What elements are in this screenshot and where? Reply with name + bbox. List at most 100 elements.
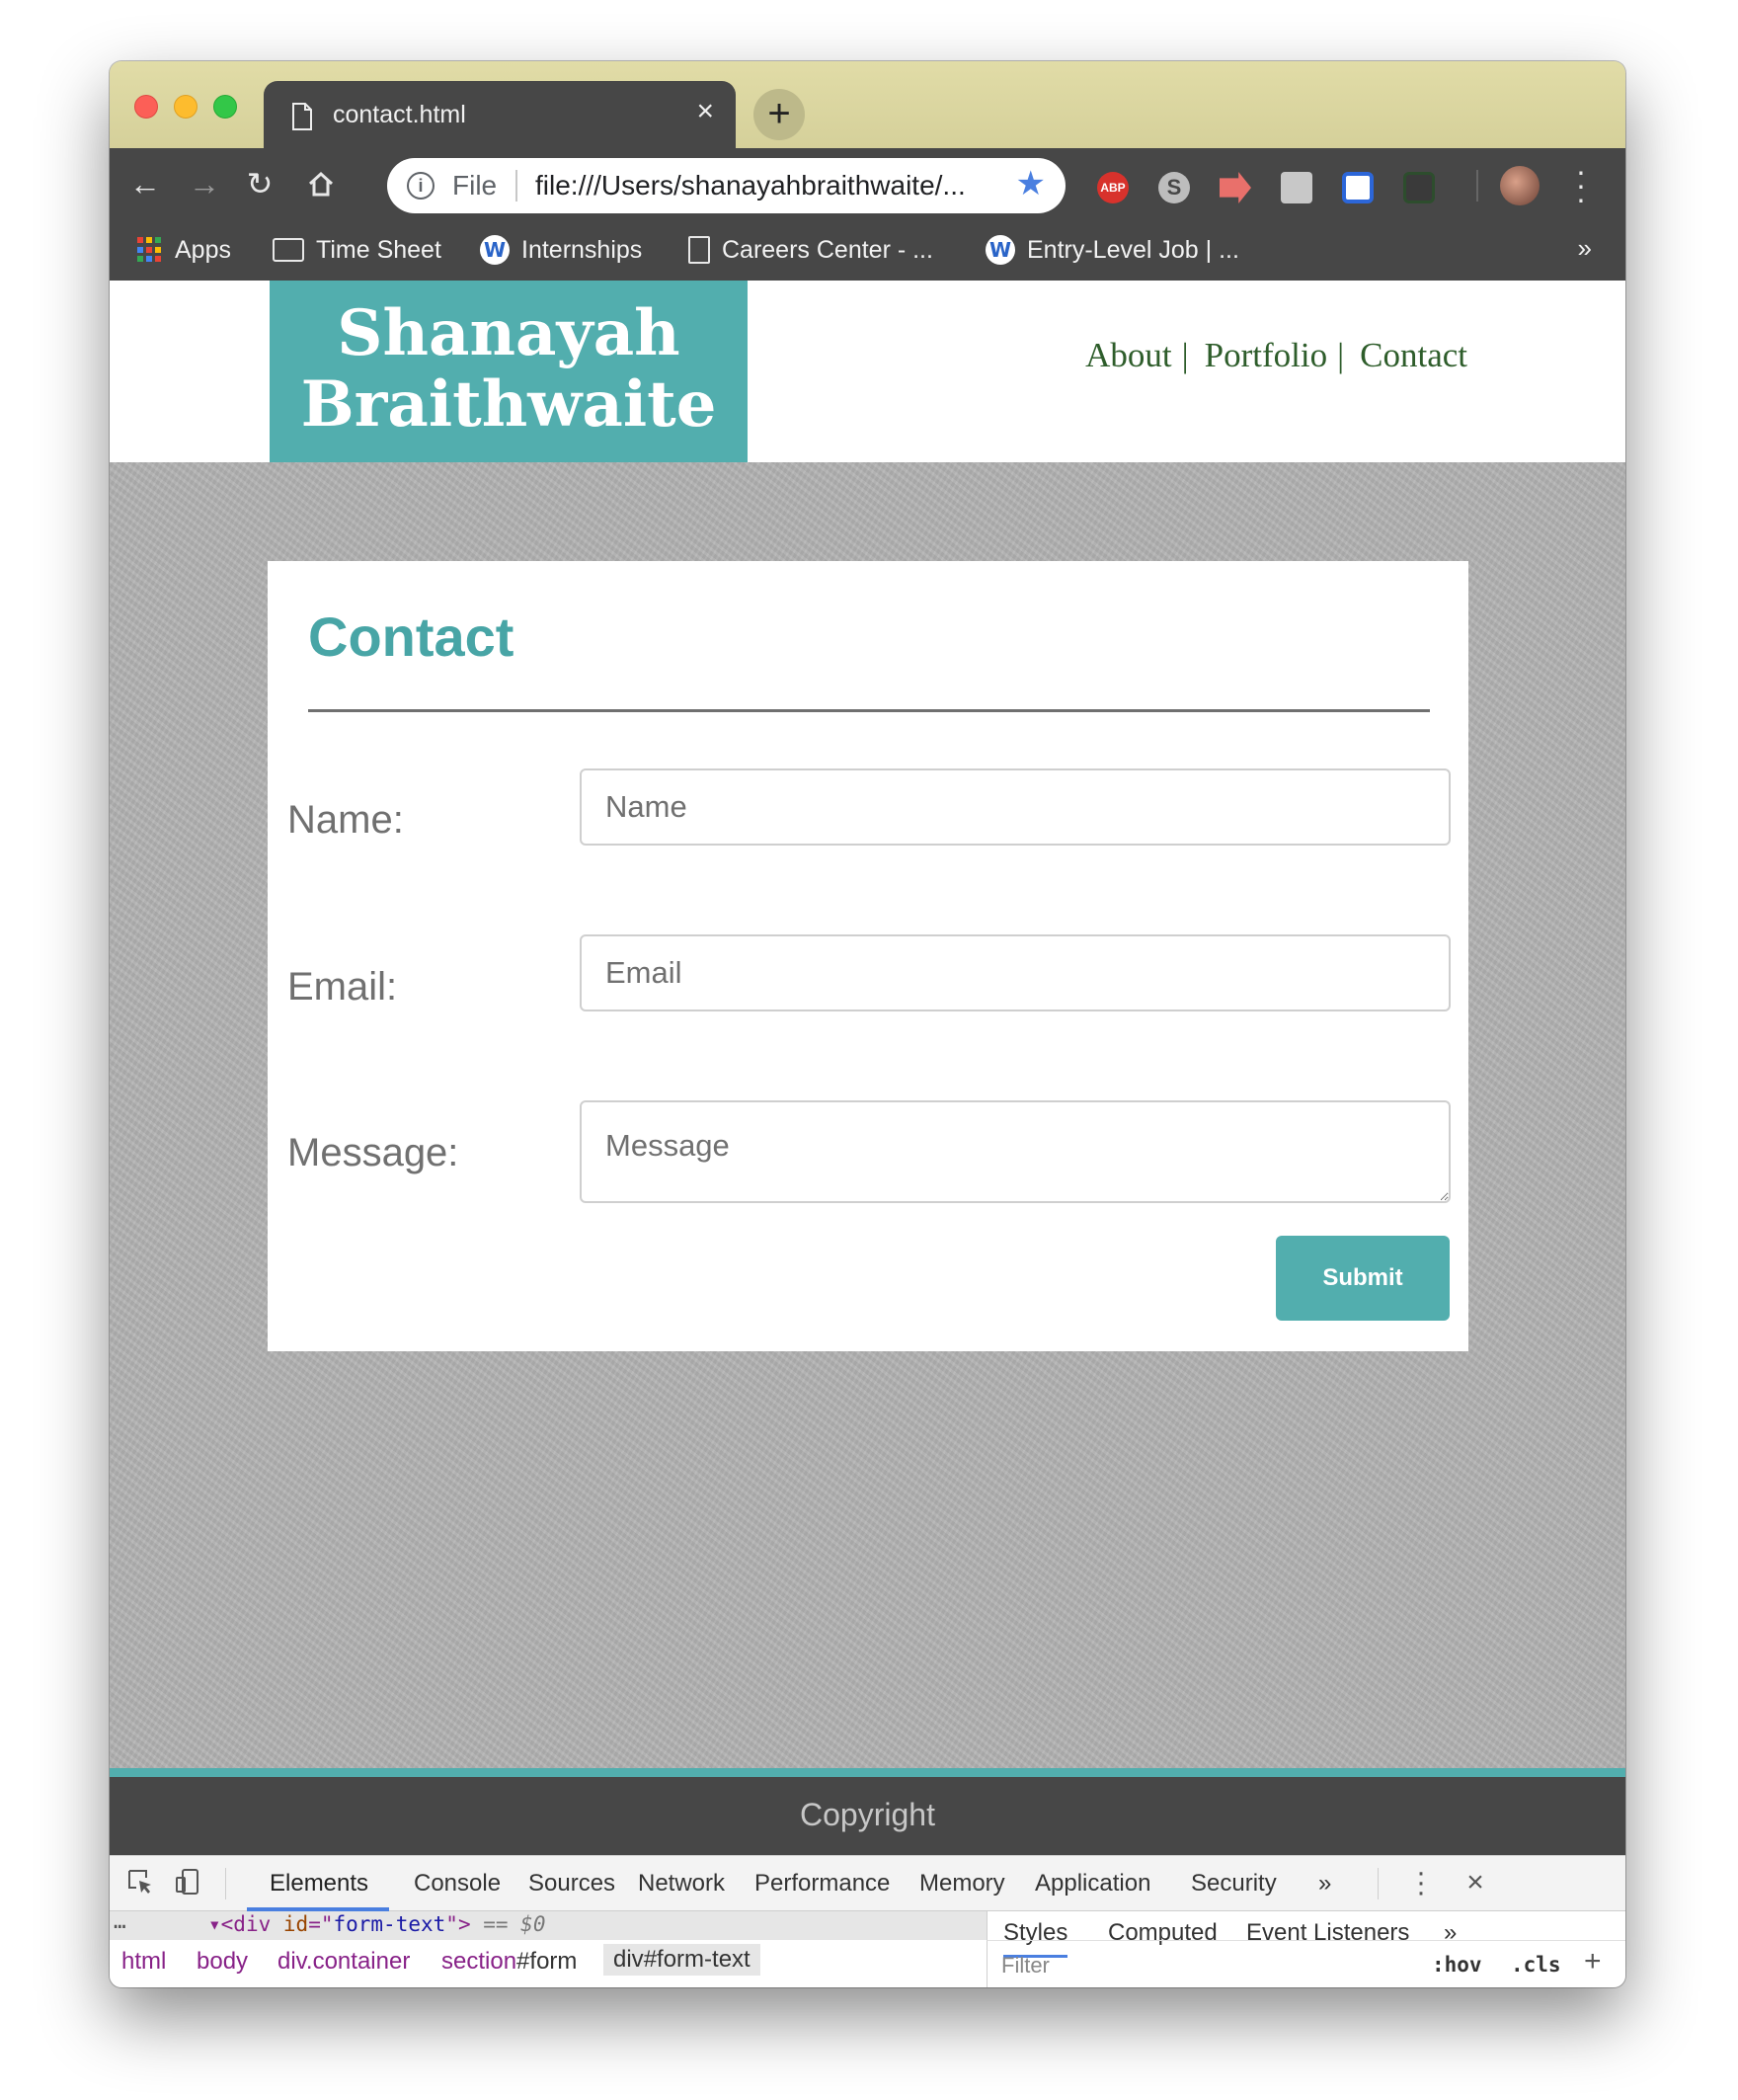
browser-menu-icon[interactable]: · · ·: [1571, 155, 1591, 214]
close-window-button[interactable]: [134, 95, 158, 119]
bookmark-label: Entry-Level Job | ...: [1027, 235, 1239, 264]
screen-record-icon[interactable]: [1220, 172, 1251, 203]
devtools-menu-icon[interactable]: · · ·: [1406, 1858, 1436, 1907]
bookmark-star-icon[interactable]: ★: [1016, 164, 1046, 203]
submit-button[interactable]: Submit: [1276, 1236, 1450, 1321]
devtools-panel: Elements Console Sources Network Perform…: [110, 1855, 1625, 1987]
breadcrumb-item[interactable]: body: [197, 1948, 248, 1976]
copyright-text: Copyright: [800, 1797, 935, 1832]
tab-memory[interactable]: Memory: [919, 1870, 1005, 1898]
nav-separator: |: [1181, 336, 1189, 374]
home-icon[interactable]: [299, 162, 343, 205]
tab-strip: contact.html × +: [110, 61, 1625, 148]
breadcrumb-item[interactable]: section#form: [441, 1948, 577, 1976]
new-tab-button[interactable]: +: [753, 89, 805, 140]
breadcrumb-item[interactable]: div#form-text: [603, 1944, 760, 1976]
minimize-window-button[interactable]: [174, 95, 198, 119]
breadcrumb-selector: .container: [305, 1948, 411, 1975]
breadcrumb-tag: div: [613, 1946, 644, 1973]
nav-about-link[interactable]: About: [1085, 336, 1172, 375]
message-textarea[interactable]: [580, 1100, 1451, 1203]
address-bar[interactable]: i File file:///Users/shanayahbraithwaite…: [387, 158, 1066, 213]
message-label: Message:: [287, 1131, 459, 1174]
breadcrumb-item[interactable]: div.container: [277, 1948, 410, 1976]
breadcrumb-tag: html: [121, 1948, 167, 1975]
tab-sources[interactable]: Sources: [528, 1870, 615, 1898]
bookmark-label: Careers Center - ...: [722, 235, 933, 264]
breadcrumb-tag: div: [277, 1948, 306, 1975]
document-icon: [688, 236, 710, 264]
bookmark-careers-center[interactable]: Careers Center - ...: [688, 233, 933, 267]
devtools-separator: [1378, 1868, 1379, 1899]
bookmark-label: Time Sheet: [316, 235, 441, 264]
name-input[interactable]: [580, 768, 1451, 846]
reload-icon[interactable]: ↻: [238, 162, 281, 205]
tab-elements[interactable]: Elements: [270, 1870, 368, 1898]
info-icon[interactable]: i: [407, 172, 434, 200]
device-toolbar-icon[interactable]: [173, 1868, 202, 1898]
more-tabs-icon[interactable]: »: [1318, 1870, 1331, 1898]
adblock-plus-icon[interactable]: ABP: [1097, 172, 1129, 203]
forward-icon[interactable]: →: [183, 162, 226, 205]
bookmark-internships[interactable]: W Internships: [480, 233, 642, 267]
site-footer: Copyright: [110, 1768, 1625, 1855]
styles-filter-row: Filter :hov .cls +: [987, 1940, 1625, 1987]
tab-network[interactable]: Network: [638, 1870, 725, 1898]
bookmark-apps[interactable]: Apps: [137, 233, 231, 267]
hover-state-toggle[interactable]: :hov: [1432, 1953, 1482, 1977]
email-input[interactable]: [580, 934, 1451, 1011]
maximize-window-button[interactable]: [213, 95, 237, 119]
logo-line-1: Shanayah: [337, 296, 680, 370]
back-icon[interactable]: ←: [123, 162, 167, 205]
tab-contact[interactable]: contact.html ×: [264, 81, 736, 148]
folder-icon: [273, 238, 304, 262]
tag-close: >: [457, 1912, 471, 1936]
devtools-separator: [225, 1868, 226, 1899]
w-logo-icon: W: [986, 235, 1015, 265]
dom-node-code: ▾<div id="form-text"> == $0: [208, 1912, 546, 1936]
attr-value: form-text: [333, 1912, 446, 1936]
styles-filter-input[interactable]: Filter: [1001, 1953, 1050, 1979]
new-style-rule-icon[interactable]: +: [1584, 1945, 1602, 1979]
close-tab-icon[interactable]: ×: [696, 95, 714, 128]
logo-line-2: Braithwaite: [300, 367, 717, 442]
devtools-tab-bar: Elements Console Sources Network Perform…: [110, 1856, 1625, 1911]
nav-contact-link[interactable]: Contact: [1360, 336, 1467, 375]
document-icon: [292, 103, 312, 130]
contact-form-card: Contact Name: Email: Message: Submit: [268, 561, 1468, 1351]
url-text[interactable]: file:///Users/shanayahbraithwaite/...: [535, 170, 966, 202]
more-options-icon[interactable]: …: [114, 1911, 126, 1933]
apps-grid-icon: [137, 237, 163, 263]
breadcrumb-tag: section: [441, 1948, 517, 1975]
inspect-element-icon[interactable]: [125, 1868, 155, 1898]
browser-toolbar: ← → ↻ i File file:///Users/shanayahbrait…: [110, 148, 1625, 219]
selected-dom-node[interactable]: … ▾<div id="form-text"> == $0: [110, 1911, 987, 1940]
crop-icon[interactable]: [1342, 172, 1374, 203]
class-toggle[interactable]: .cls: [1511, 1953, 1561, 1977]
window-capture-icon[interactable]: [1403, 172, 1435, 203]
bookmark-entry-level-job[interactable]: W Entry-Level Job | ...: [986, 233, 1239, 267]
contact-heading: Contact: [308, 606, 514, 668]
bookmarks-overflow-icon[interactable]: »: [1578, 233, 1592, 264]
toolbar-separator: [1476, 170, 1478, 202]
breadcrumb-selector: #form-text: [643, 1946, 750, 1973]
skype-icon[interactable]: S: [1158, 172, 1190, 203]
tab-performance[interactable]: Performance: [754, 1870, 890, 1898]
profile-avatar[interactable]: [1500, 166, 1540, 205]
tag-open: <div: [220, 1912, 272, 1936]
tab-application[interactable]: Application: [1035, 1870, 1150, 1898]
bookmark-time-sheet[interactable]: Time Sheet: [273, 233, 441, 267]
tab-security[interactable]: Security: [1191, 1870, 1277, 1898]
page-viewport: Shanayah Braithwaite About | Portfolio |…: [110, 281, 1625, 1855]
omnibox-separator: [515, 170, 517, 202]
tab-title: contact.html: [333, 101, 466, 128]
site-logo[interactable]: Shanayah Braithwaite: [270, 281, 748, 462]
close-devtools-icon[interactable]: ×: [1461, 1868, 1490, 1898]
browser-window: contact.html × + ← → ↻ i File file:///Us…: [110, 61, 1625, 1987]
nav-portfolio-link[interactable]: Portfolio: [1205, 336, 1327, 375]
screenshot-icon[interactable]: [1281, 172, 1312, 203]
bookmark-label: Internships: [521, 235, 643, 264]
tab-console[interactable]: Console: [414, 1870, 501, 1898]
breadcrumb-item[interactable]: html: [121, 1948, 166, 1976]
styles-pane: Styles Computed Event Listeners »: [987, 1911, 1625, 1958]
